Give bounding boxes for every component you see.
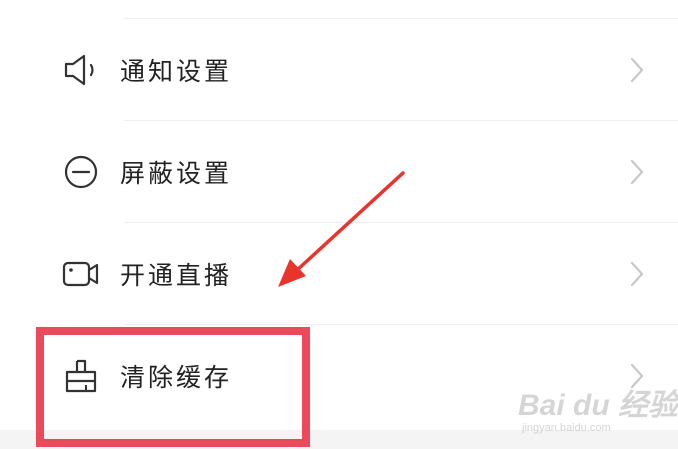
video-camera-icon (62, 255, 100, 293)
chevron-right-icon (628, 55, 646, 85)
baidu-jingyan-watermark: Bai du 经验 jingyan.baidu.com (518, 372, 678, 442)
highlight-box-annotation (36, 327, 310, 447)
watermark-main-text: Bai du 经验 (518, 389, 678, 422)
chevron-right-icon (628, 259, 646, 289)
menu-item-label: 开通直播 (120, 261, 233, 290)
menu-item-label: 屏蔽设置 (120, 159, 233, 188)
watermark-sub-text: jingyan.baidu.com (522, 422, 611, 434)
chevron-right-icon (628, 157, 646, 187)
red-arrow-annotation (278, 171, 405, 287)
block-icon (62, 153, 100, 191)
menu-item-label: 通知设置 (120, 57, 233, 86)
speaker-icon (62, 51, 100, 89)
menu-item-notification-settings[interactable]: 通知设置 (0, 19, 678, 121)
